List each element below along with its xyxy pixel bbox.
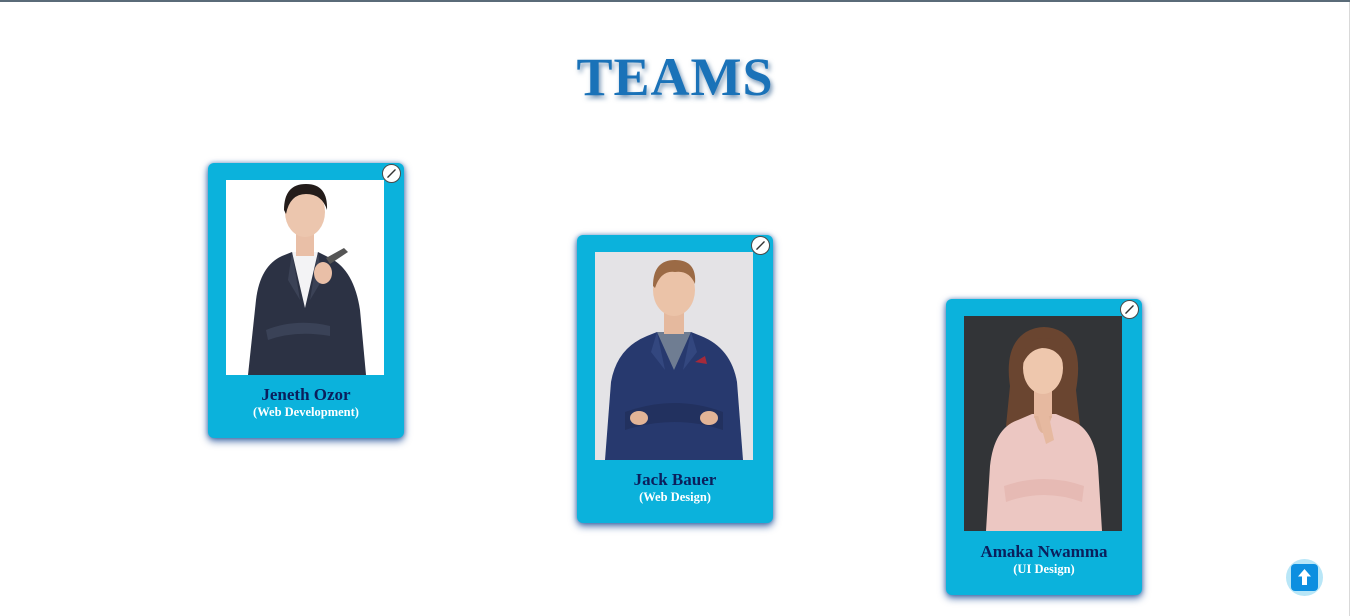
woman-in-pink-blouse-portrait — [964, 316, 1122, 531]
member-role: (UI Design) — [1013, 562, 1075, 576]
scroll-to-top-inner[interactable] — [1291, 564, 1318, 591]
member-photo — [595, 252, 753, 460]
pencil-icon — [1125, 305, 1134, 314]
pencil-icon — [756, 241, 765, 250]
teams-page: TEAMS Jeneth Ozor (Web Development) Jack… — [0, 0, 1350, 616]
member-photo — [964, 316, 1122, 531]
member-name: Amaka Nwamma — [980, 542, 1108, 561]
scroll-to-top-button[interactable] — [1286, 559, 1323, 596]
woman-in-navy-suit-portrait — [226, 180, 384, 375]
team-card: Jeneth Ozor (Web Development) — [208, 163, 404, 438]
edit-button[interactable] — [1120, 300, 1139, 319]
arrow-up-icon — [1298, 569, 1311, 585]
member-role: (Web Development) — [253, 405, 359, 419]
team-card: Amaka Nwamma (UI Design) — [946, 299, 1142, 595]
page-title: TEAMS — [576, 47, 774, 107]
member-role: (Web Design) — [639, 490, 711, 504]
team-card: Jack Bauer (Web Design) — [577, 235, 773, 523]
edit-button[interactable] — [751, 236, 770, 255]
member-name: Jack Bauer — [633, 470, 717, 489]
member-name: Jeneth Ozor — [261, 385, 351, 404]
pencil-icon — [387, 169, 396, 178]
member-photo — [226, 180, 384, 375]
man-in-blue-blazer-portrait — [595, 252, 753, 460]
edit-button[interactable] — [382, 164, 401, 183]
